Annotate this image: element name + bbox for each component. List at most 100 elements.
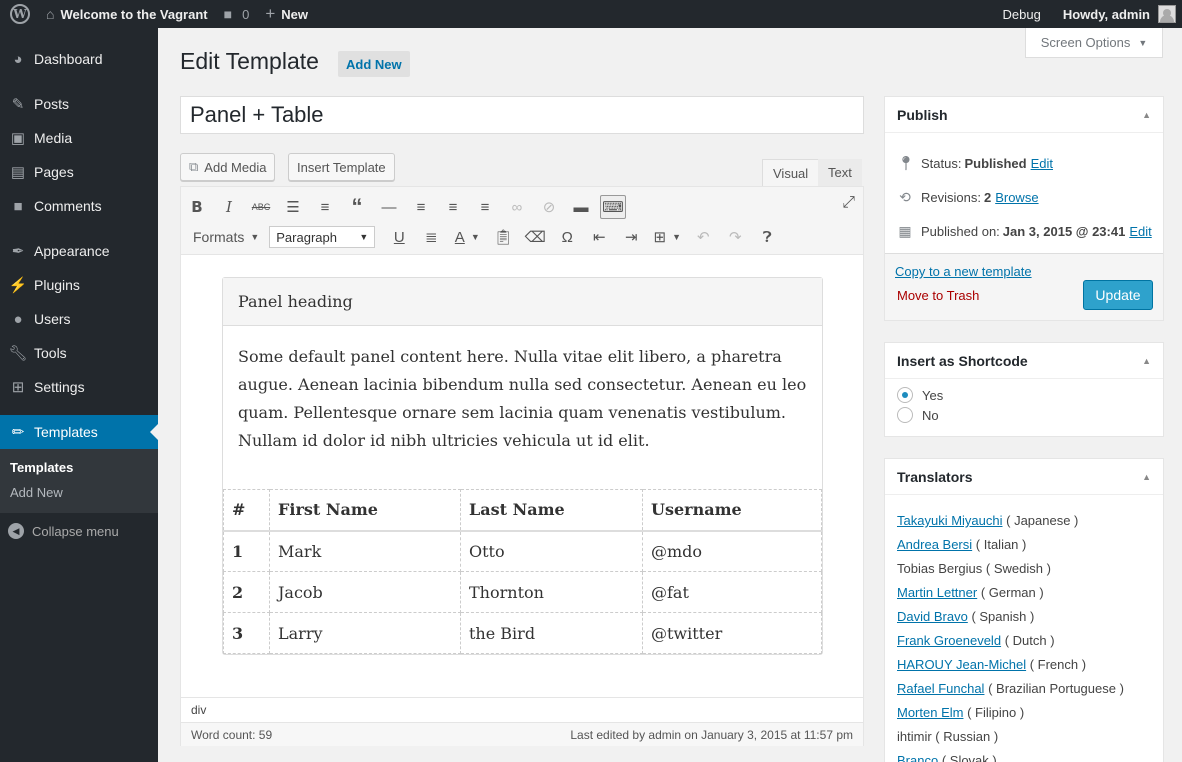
avatar	[1158, 5, 1176, 23]
translator-link[interactable]: Andrea Bersi	[897, 537, 972, 552]
tab-visual[interactable]: Visual	[762, 159, 820, 186]
move-to-trash-link[interactable]: Move to Trash	[897, 288, 979, 303]
collapse-menu-button[interactable]: ◀ Collapse menu	[0, 513, 158, 549]
translator-link[interactable]: Morten Elm	[897, 705, 963, 720]
title-input[interactable]: Panel + Table	[180, 96, 864, 134]
collapse-triangle-icon[interactable]: ▲	[1142, 356, 1151, 366]
text-color-icon[interactable]: A ▼	[447, 223, 487, 251]
submenu-item-add-new[interactable]: Add New	[0, 480, 158, 505]
strikethrough-icon[interactable]: ABC	[245, 193, 277, 221]
translator-link[interactable]: David Bravo	[897, 609, 968, 624]
shortcode-box-header[interactable]: Insert as Shortcode ▲	[885, 343, 1163, 379]
shortcode-box: Insert as Shortcode ▲ Yes No	[884, 342, 1164, 437]
translator-link[interactable]: Rafael Funchal	[897, 681, 984, 696]
collapse-triangle-icon[interactable]: ▲	[1142, 472, 1151, 482]
link-icon[interactable]: ∞	[501, 193, 533, 221]
translator-link[interactable]: Martin Lettner	[897, 585, 977, 600]
fullscreen-icon[interactable]: ⤢	[842, 194, 855, 212]
list-item: Rafael Funchal ( Brazilian Portuguese )	[897, 677, 1124, 701]
sidebar-item-templates[interactable]: ✏ Templates	[0, 415, 158, 449]
align-left-icon[interactable]: ≡	[405, 193, 437, 221]
formats-dropdown[interactable]: Formats ▼	[181, 229, 269, 245]
debug-link[interactable]: Debug	[995, 0, 1049, 28]
insert-template-button[interactable]: Insert Template	[288, 153, 395, 181]
radio-no[interactable]	[897, 407, 913, 423]
sidebar-item-label: Plugins	[34, 277, 80, 293]
numbered-list-icon[interactable]: ≡	[309, 193, 341, 221]
site-name-link[interactable]: ⌂ Welcome to the Vagrant	[38, 0, 216, 28]
admin-bar: W ⌂ Welcome to the Vagrant ■ 0 + New Deb…	[0, 0, 1182, 28]
sidebar-item-media[interactable]: ▣ Media	[0, 121, 158, 155]
sidebar-item-comments[interactable]: ■ Comments	[0, 189, 158, 223]
add-media-icon: ⧉	[189, 159, 199, 174]
revisions-browse-link[interactable]: Browse	[995, 190, 1038, 205]
sidebar-item-dashboard[interactable]: ◕ Dashboard	[0, 42, 158, 76]
submenu-item-templates[interactable]: Templates	[0, 455, 158, 480]
translator-language: ( Dutch )	[1004, 633, 1055, 648]
published-edit-link[interactable]: Edit	[1129, 224, 1151, 239]
translators-list: Takayuki Miyauchi ( Japanese ) Andrea Be…	[897, 509, 1124, 762]
translator-link[interactable]: Frank Groeneveld	[897, 633, 1001, 648]
publish-actions: Copy to a new template Move to Trash Upd…	[885, 253, 1163, 320]
align-right-icon[interactable]: ≡	[469, 193, 501, 221]
screen-options-button[interactable]: Screen Options ▼	[1025, 28, 1163, 58]
status-value: Published	[964, 156, 1027, 171]
shortcode-yes-option[interactable]: Yes	[897, 387, 943, 403]
redo-icon[interactable]: ↷	[719, 223, 751, 251]
toolbar-toggle-icon[interactable]: ⌨	[600, 195, 626, 219]
sidebar-item-users[interactable]: ● Users	[0, 302, 158, 336]
shortcode-no-option[interactable]: No	[897, 407, 939, 423]
add-new-button[interactable]: Add New	[338, 51, 410, 77]
undo-icon[interactable]: ↶	[687, 223, 719, 251]
clear-formatting-icon[interactable]: ⌫	[519, 223, 551, 251]
sidebar-item-tools[interactable]: 🔧︎ Tools	[0, 336, 158, 370]
add-media-button[interactable]: ⧉ Add Media	[180, 153, 276, 181]
media-icon: ▣	[10, 130, 26, 147]
collapse-triangle-icon[interactable]: ▲	[1142, 110, 1151, 120]
unlink-icon[interactable]: ⊘	[533, 193, 565, 221]
align-center-icon[interactable]: ≡	[437, 193, 469, 221]
translator-link[interactable]: Branco	[897, 753, 938, 762]
horizontal-line-icon[interactable]: —	[373, 193, 405, 221]
bold-icon[interactable]: B	[181, 193, 213, 221]
status-edit-link[interactable]: Edit	[1031, 156, 1053, 171]
radio-yes[interactable]	[897, 387, 913, 403]
new-content-link[interactable]: + New	[257, 0, 316, 28]
italic-icon[interactable]: I	[213, 193, 245, 221]
sidebar-item-label: Comments	[34, 198, 102, 214]
translators-box-header[interactable]: Translators ▲	[885, 459, 1163, 495]
sidebar-item-appearance[interactable]: ✒ Appearance	[0, 234, 158, 268]
path-element[interactable]: div	[191, 703, 206, 717]
read-more-icon[interactable]: ▬	[565, 193, 597, 221]
copy-template-link[interactable]: Copy to a new template	[895, 264, 1032, 279]
justify-icon[interactable]: ≣	[415, 223, 447, 251]
editor-content[interactable]: Panel heading Some default panel content…	[181, 255, 863, 697]
my-account-link[interactable]: Howdy, admin	[1055, 0, 1182, 28]
editor-path: div	[181, 697, 863, 722]
underline-icon[interactable]: U	[383, 223, 415, 251]
update-button[interactable]: Update	[1083, 280, 1153, 310]
sidebar-item-plugins[interactable]: ⚡ Plugins	[0, 268, 158, 302]
sidebar-item-pages[interactable]: ▤ Pages	[0, 155, 158, 189]
new-label: New	[281, 6, 308, 22]
help-icon[interactable]: ❓︎	[751, 223, 783, 251]
wordpress-logo-button[interactable]: W	[0, 0, 38, 28]
translator-link[interactable]: HAROUY Jean-Michel	[897, 657, 1026, 672]
publish-box-header[interactable]: Publish ▲	[885, 97, 1163, 133]
comments-link[interactable]: ■ 0	[216, 0, 258, 28]
sidebar-item-posts[interactable]: ✎ Posts	[0, 87, 158, 121]
table-icon[interactable]: ⊞ ▼	[647, 223, 687, 251]
sidebar-item-settings[interactable]: ⊞ Settings	[0, 370, 158, 404]
translator-link[interactable]: Takayuki Miyauchi	[897, 513, 1003, 528]
indent-icon[interactable]: ⇥	[615, 223, 647, 251]
special-character-icon[interactable]: Ω	[551, 223, 583, 251]
translator-language: ( Italian )	[975, 537, 1027, 552]
blockquote-icon[interactable]: “	[341, 193, 373, 221]
bullet-list-icon[interactable]: ☰	[277, 193, 309, 221]
status-row: 📍︎ Status: Published Edit	[897, 155, 1053, 172]
block-format-select[interactable]: Paragraph ▼	[269, 226, 376, 248]
outdent-icon[interactable]: ⇤	[583, 223, 615, 251]
plug-icon: ⚡	[8, 277, 28, 294]
paste-text-icon[interactable]: 📋︎	[487, 223, 519, 251]
tab-text[interactable]: Text	[818, 159, 862, 186]
